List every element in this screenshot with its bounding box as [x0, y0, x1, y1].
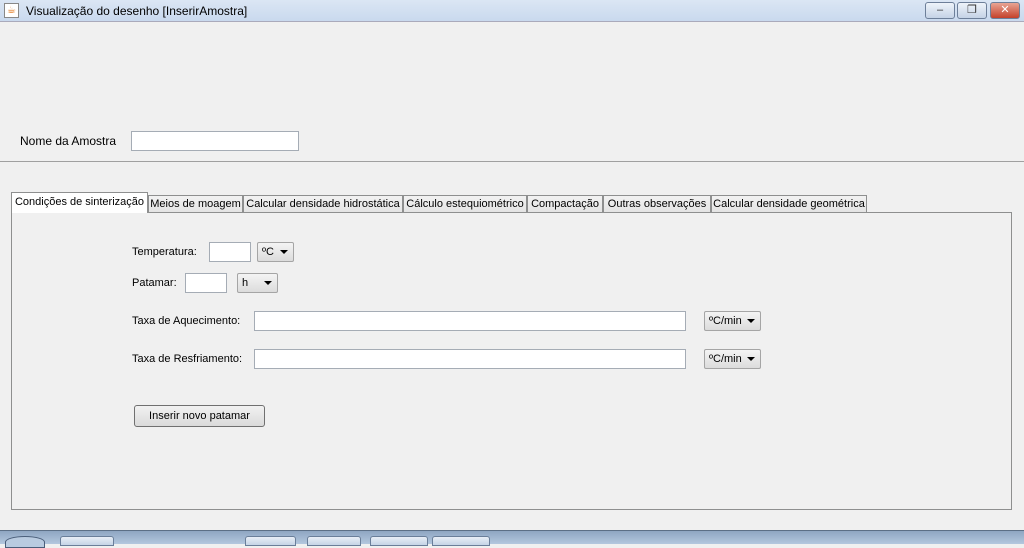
chevron-down-icon [280, 250, 288, 254]
aquecimento-input[interactable] [254, 311, 686, 331]
temperatura-label: Temperatura: [132, 246, 197, 258]
tab-densidade-hidrostatica[interactable]: Calcular densidade hidrostática [243, 195, 403, 213]
tab-compactacao[interactable]: Compactação [527, 195, 603, 213]
resfriamento-input[interactable] [254, 349, 686, 369]
patamar-unit-value: h [242, 277, 249, 289]
patamar-input[interactable] [185, 273, 227, 293]
taskbar-item[interactable] [60, 536, 114, 546]
tab-condicoes-sinterizacao[interactable]: Condições de sinterização [11, 192, 148, 213]
tab-outras-observacoes[interactable]: Outras observações [603, 195, 711, 213]
tab-densidade-geometrica[interactable]: Calcular densidade geométrica [711, 195, 867, 213]
resfriamento-unit-value: ºC/min [709, 353, 742, 365]
window-title: Visualização do desenho [InserirAmostra] [26, 4, 248, 18]
taskbar-item[interactable] [245, 536, 296, 546]
separator [0, 161, 1024, 162]
patamar-unit-select[interactable]: h [237, 273, 278, 293]
patamar-label: Patamar: [132, 277, 177, 289]
tab-meios-moagem[interactable]: Meios de moagem [148, 195, 243, 213]
aquecimento-unit-value: ºC/min [709, 315, 742, 327]
taskbar-item[interactable] [370, 536, 428, 546]
temperatura-unit-select[interactable]: ºC [257, 242, 294, 262]
chevron-down-icon [747, 357, 755, 361]
aquecimento-label: Taxa de Aquecimento: [132, 315, 241, 327]
taskbar-item[interactable] [432, 536, 490, 546]
temperatura-input[interactable] [209, 242, 251, 262]
taskbar [0, 530, 1024, 544]
restore-button[interactable]: ❐ [957, 2, 987, 19]
aquecimento-unit-select[interactable]: ºC/min [704, 311, 761, 331]
temperatura-unit-value: ºC [262, 246, 274, 258]
close-button[interactable]: ✕ [990, 2, 1020, 19]
resfriamento-label: Taxa de Resfriamento: [132, 353, 243, 365]
inserir-novo-patamar-button[interactable]: Inserir novo patamar [134, 405, 265, 427]
chevron-down-icon [747, 319, 755, 323]
chevron-down-icon [264, 281, 272, 285]
minimize-button[interactable]: – [925, 2, 955, 19]
start-button[interactable] [5, 536, 45, 548]
resfriamento-unit-select[interactable]: ºC/min [704, 349, 761, 369]
java-app-icon: ☕ [4, 3, 19, 18]
nome-amostra-label: Nome da Amostra [20, 134, 117, 148]
taskbar-item[interactable] [307, 536, 361, 546]
tab-calculo-estequiometrico[interactable]: Cálculo estequiométrico [403, 195, 527, 213]
nome-amostra-input[interactable] [131, 131, 299, 151]
